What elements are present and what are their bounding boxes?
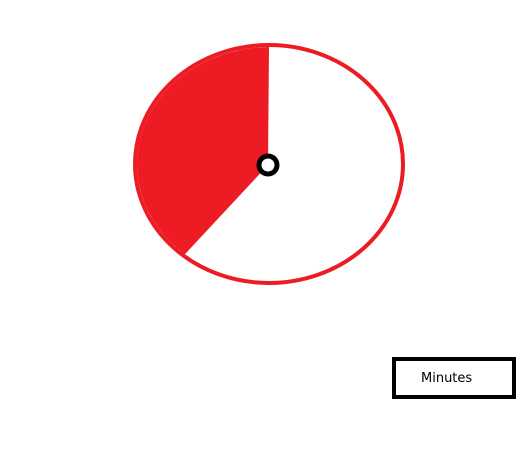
timer-center-hub xyxy=(256,153,280,177)
minutes-box: Minutes xyxy=(392,357,516,399)
minutes-label: Minutes xyxy=(421,370,473,386)
